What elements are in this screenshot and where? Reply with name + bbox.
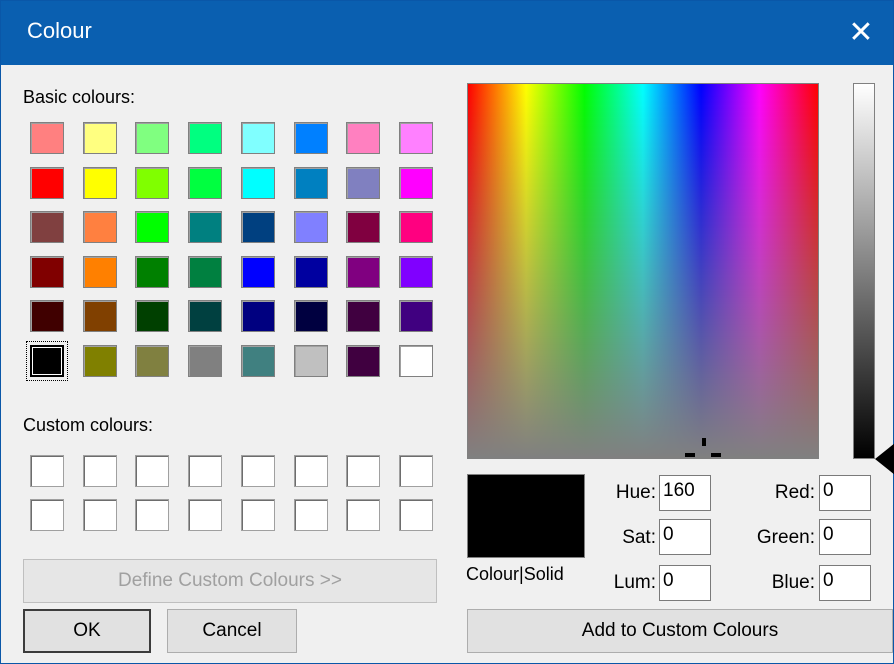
basic-colour-swatch[interactable] bbox=[82, 122, 117, 154]
basic-colour-swatch[interactable] bbox=[26, 341, 68, 381]
basic-colours-label: Basic colours: bbox=[23, 87, 136, 107]
colour-preview bbox=[467, 474, 585, 558]
basic-colour-swatch[interactable] bbox=[240, 122, 275, 154]
basic-colour-swatch[interactable] bbox=[293, 345, 328, 377]
hue-label: Hue: bbox=[615, 482, 656, 503]
basic-colour-swatch[interactable] bbox=[135, 166, 170, 199]
basic-colour-swatch[interactable] bbox=[346, 122, 381, 154]
custom-colour-swatch[interactable] bbox=[30, 455, 64, 487]
basic-colour-swatch[interactable] bbox=[346, 255, 381, 288]
basic-colour-swatch[interactable] bbox=[30, 255, 64, 288]
basic-colour-swatch[interactable] bbox=[82, 345, 117, 377]
basic-colour-swatch[interactable] bbox=[30, 300, 64, 333]
basic-colour-swatch[interactable] bbox=[82, 211, 117, 244]
sat-label: Sat: bbox=[622, 527, 656, 548]
red-input[interactable]: 0 bbox=[819, 475, 871, 511]
basic-colour-swatch[interactable] bbox=[240, 300, 275, 333]
basic-colour-swatch[interactable] bbox=[240, 345, 275, 377]
custom-colour-swatch[interactable] bbox=[82, 499, 117, 531]
colour-solid-label: Colour|Solid bbox=[466, 564, 564, 584]
define-custom-colours-button[interactable]: Define Custom Colours >> bbox=[23, 559, 437, 603]
ok-button[interactable]: OK bbox=[23, 609, 151, 653]
close-icon: ✕ bbox=[848, 16, 874, 49]
custom-colour-swatch[interactable] bbox=[293, 455, 328, 487]
basic-colour-swatch[interactable] bbox=[135, 345, 170, 377]
custom-colour-swatch[interactable] bbox=[135, 499, 170, 531]
add-to-custom-colours-button[interactable]: Add to Custom Colours bbox=[467, 609, 893, 653]
crosshair-icon bbox=[685, 438, 721, 457]
basic-colour-swatch[interactable] bbox=[135, 211, 170, 244]
custom-colour-swatch[interactable] bbox=[398, 499, 433, 531]
basic-colour-swatch[interactable] bbox=[240, 211, 275, 244]
colour-dialog: Colour ✕ Basic colours: Custom colours: … bbox=[0, 0, 894, 664]
green-input[interactable]: 0 bbox=[819, 519, 871, 555]
basic-colour-swatch[interactable] bbox=[30, 211, 64, 244]
colour-spectrum[interactable] bbox=[467, 83, 819, 459]
basic-colour-swatch[interactable] bbox=[346, 211, 381, 244]
title-bar: Colour ✕ bbox=[1, 1, 893, 65]
basic-colour-swatch[interactable] bbox=[398, 300, 433, 333]
basic-colour-swatch[interactable] bbox=[188, 211, 223, 244]
basic-colour-swatch[interactable] bbox=[398, 122, 433, 154]
basic-colour-swatch[interactable] bbox=[293, 255, 328, 288]
custom-colour-swatch[interactable] bbox=[30, 499, 64, 531]
basic-colour-swatch[interactable] bbox=[346, 300, 381, 333]
close-button[interactable]: ✕ bbox=[829, 1, 893, 65]
basic-colour-swatch[interactable] bbox=[293, 211, 328, 244]
basic-colour-swatch[interactable] bbox=[346, 166, 381, 199]
basic-colour-swatch[interactable] bbox=[188, 345, 223, 377]
custom-colour-swatch[interactable] bbox=[346, 499, 381, 531]
dialog-title: Colour bbox=[27, 18, 92, 43]
custom-colour-swatch[interactable] bbox=[82, 455, 117, 487]
basic-colour-swatch[interactable] bbox=[30, 122, 64, 154]
custom-colour-swatch[interactable] bbox=[188, 499, 223, 531]
basic-colour-swatch[interactable] bbox=[398, 345, 433, 377]
basic-colour-swatch[interactable] bbox=[188, 300, 223, 333]
custom-colour-swatch[interactable] bbox=[135, 455, 170, 487]
blue-input[interactable]: 0 bbox=[819, 565, 871, 601]
basic-colour-swatch[interactable] bbox=[293, 122, 328, 154]
custom-colour-swatch[interactable] bbox=[398, 455, 433, 487]
custom-colour-swatch[interactable] bbox=[240, 455, 275, 487]
basic-colour-swatch[interactable] bbox=[346, 345, 381, 377]
basic-colour-swatch[interactable] bbox=[398, 211, 433, 244]
lum-input[interactable]: 0 bbox=[659, 565, 711, 601]
basic-colour-swatch[interactable] bbox=[398, 166, 433, 199]
basic-colour-swatch[interactable] bbox=[293, 166, 328, 199]
sat-input[interactable]: 0 bbox=[659, 519, 711, 555]
basic-colour-swatch[interactable] bbox=[135, 255, 170, 288]
basic-colour-swatch[interactable] bbox=[293, 300, 328, 333]
basic-colour-swatch[interactable] bbox=[240, 166, 275, 199]
custom-colour-swatch[interactable] bbox=[346, 455, 381, 487]
red-label: Red: bbox=[774, 482, 815, 503]
basic-colour-swatch[interactable] bbox=[30, 166, 64, 199]
basic-colour-swatch[interactable] bbox=[188, 122, 223, 154]
basic-colour-swatch[interactable] bbox=[135, 122, 170, 154]
custom-colour-swatch[interactable] bbox=[240, 499, 275, 531]
basic-colour-swatch[interactable] bbox=[188, 255, 223, 288]
basic-colour-swatch[interactable] bbox=[82, 300, 117, 333]
cancel-button[interactable]: Cancel bbox=[167, 609, 297, 653]
basic-colour-swatch[interactable] bbox=[398, 255, 433, 288]
green-label: Green: bbox=[756, 527, 815, 548]
basic-colour-swatch[interactable] bbox=[82, 166, 117, 199]
basic-colour-swatch[interactable] bbox=[240, 255, 275, 288]
luminosity-slider-arrow-icon[interactable] bbox=[875, 443, 894, 475]
custom-colour-swatch[interactable] bbox=[293, 499, 328, 531]
lum-label: Lum: bbox=[613, 572, 656, 593]
hue-input[interactable]: 160 bbox=[659, 475, 711, 511]
custom-colour-swatch[interactable] bbox=[188, 455, 223, 487]
basic-colour-swatch[interactable] bbox=[188, 166, 223, 199]
basic-colour-swatch[interactable] bbox=[135, 300, 170, 333]
custom-colours-label: Custom colours: bbox=[23, 415, 154, 435]
blue-label: Blue: bbox=[771, 572, 815, 593]
basic-colour-swatch[interactable] bbox=[82, 255, 117, 288]
luminosity-bar[interactable] bbox=[853, 83, 875, 459]
